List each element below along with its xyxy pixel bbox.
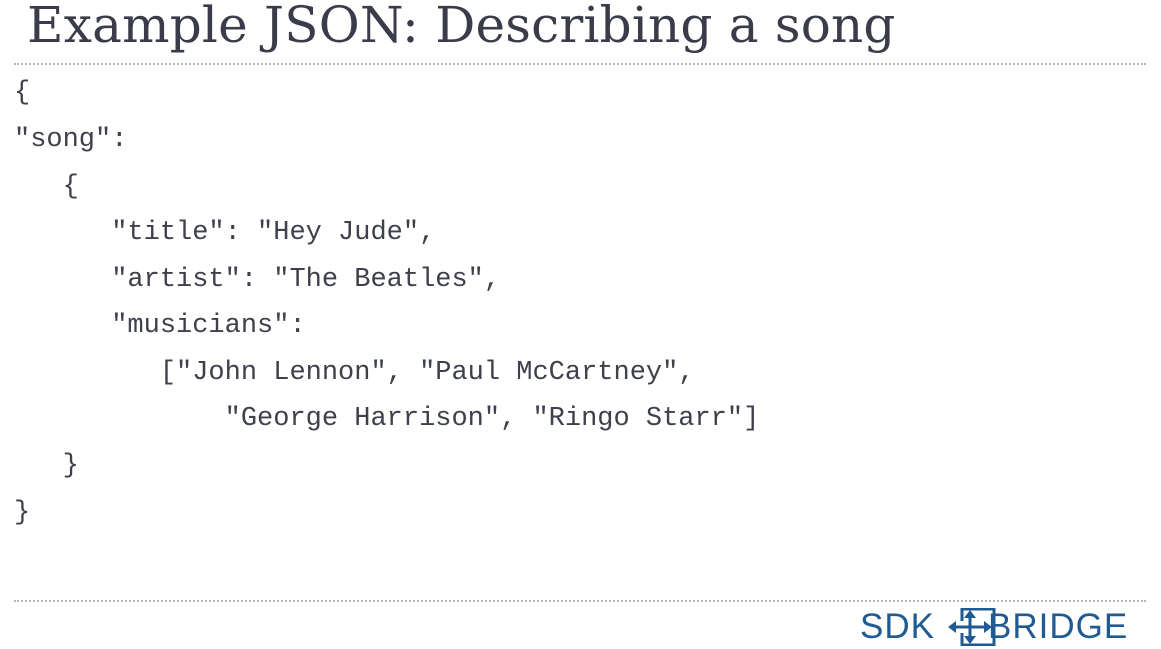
code-line-6: "musicians": xyxy=(14,311,306,341)
logo-text-right: BRIDGE xyxy=(988,607,1129,646)
slide: Example JSON: Describing a song { "song"… xyxy=(0,0,1161,649)
slide-title: Example JSON: Describing a song xyxy=(27,0,896,54)
code-line-7: ["John Lennon", "Paul McCartney", xyxy=(14,358,695,388)
code-line-2: "song": xyxy=(14,125,128,155)
footer-divider xyxy=(14,600,1146,602)
code-line-4: "title": "Hey Jude", xyxy=(14,218,436,248)
sdk-bridge-logo: SDK BRIDGE xyxy=(860,606,1150,648)
code-line-3: { xyxy=(14,172,79,202)
logo-text-left: SDK xyxy=(860,607,935,646)
code-line-8: "George Harrison", "Ringo Starr"] xyxy=(14,404,760,434)
code-line-9: } xyxy=(14,451,79,481)
code-line-10: } xyxy=(14,498,31,528)
title-divider xyxy=(14,63,1146,65)
code-line-5: "artist": "The Beatles", xyxy=(14,265,501,295)
code-line-1: { xyxy=(14,78,31,108)
